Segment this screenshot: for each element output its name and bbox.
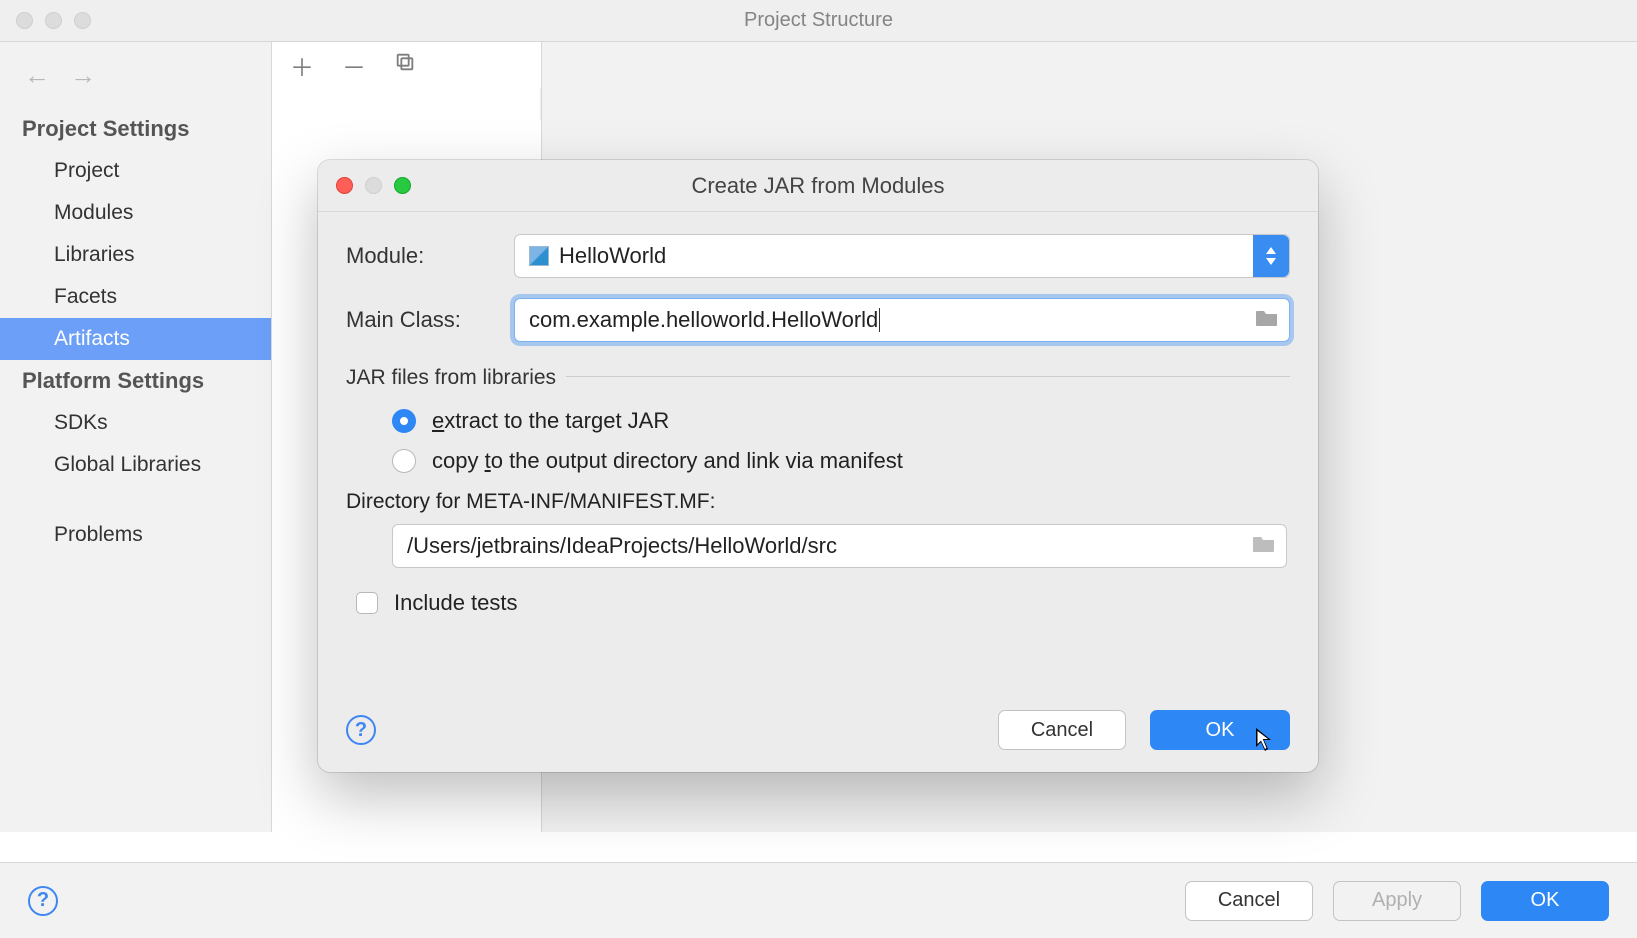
radio-copy-button[interactable] — [392, 449, 416, 473]
dialog-cancel-button[interactable]: Cancel — [998, 710, 1126, 750]
module-value: HelloWorld — [559, 243, 666, 269]
sidebar-section-project-settings: Project Settings — [0, 108, 271, 150]
create-jar-dialog: Create JAR from Modules Module: HelloWor… — [318, 160, 1318, 772]
include-tests-checkbox[interactable] — [356, 592, 378, 614]
radio-copy-label: copy to the output directory and link vi… — [432, 448, 903, 474]
sidebar-item-sdks[interactable]: SDKs — [0, 402, 271, 444]
browse-main-class-icon[interactable] — [1255, 307, 1279, 333]
radio-extract-label: extract to the target JAR — [432, 408, 669, 434]
manifest-dir-label: Directory for META-INF/MANIFEST.MF: — [346, 490, 1290, 514]
nav-arrows: ← → — [0, 52, 271, 108]
module-icon — [529, 246, 549, 266]
artifacts-empty-preview — [272, 88, 541, 120]
add-icon[interactable]: ＋ — [290, 48, 314, 83]
combo-caret-icon[interactable] — [1253, 235, 1289, 277]
include-tests-row[interactable]: Include tests — [356, 590, 1290, 616]
sidebar-item-problems[interactable]: Problems — [0, 514, 271, 556]
mouse-cursor-icon — [1255, 727, 1275, 760]
parent-window-titlebar: Project Structure — [0, 0, 1637, 42]
parent-cancel-button[interactable]: Cancel — [1185, 881, 1313, 921]
sidebar-item-modules[interactable]: Modules — [0, 192, 271, 234]
jar-libraries-group-label: JAR files from libraries — [346, 366, 556, 390]
parent-ok-button[interactable]: OK — [1481, 881, 1609, 921]
sidebar-item-project[interactable]: Project — [0, 150, 271, 192]
radio-extract-button[interactable] — [392, 409, 416, 433]
artifacts-toolbar: ＋ － — [272, 42, 541, 88]
radio-copy[interactable]: copy to the output directory and link vi… — [392, 448, 1290, 474]
browse-manifest-dir-icon[interactable] — [1252, 533, 1276, 559]
sidebar-item-facets[interactable]: Facets — [0, 276, 271, 318]
include-tests-label: Include tests — [394, 590, 518, 616]
traffic-zoom-icon[interactable] — [74, 12, 91, 29]
parent-footer: ? Cancel Apply OK — [0, 862, 1637, 938]
group-separator — [566, 376, 1290, 377]
main-class-label: Main Class: — [346, 307, 514, 333]
nav-back-icon[interactable]: ← — [24, 62, 50, 88]
manifest-dir-input[interactable]: /Users/jetbrains/IdeaProjects/HelloWorld… — [392, 524, 1287, 568]
remove-icon[interactable]: － — [342, 48, 366, 83]
traffic-min-icon[interactable] — [45, 12, 62, 29]
copy-icon[interactable] — [394, 51, 416, 80]
traffic-close-icon[interactable] — [16, 12, 33, 29]
sidebar-item-global-libraries[interactable]: Global Libraries — [0, 444, 271, 486]
dialog-ok-button[interactable]: OK — [1150, 710, 1290, 750]
nav-forward-icon[interactable]: → — [70, 62, 96, 88]
dialog-help-icon[interactable]: ? — [346, 715, 376, 745]
dialog-titlebar: Create JAR from Modules — [318, 160, 1318, 212]
window-traffic-lights — [16, 12, 91, 29]
sidebar: ← → Project Settings Project Modules Lib… — [0, 42, 272, 832]
manifest-dir-value: /Users/jetbrains/IdeaProjects/HelloWorld… — [407, 533, 837, 559]
text-cursor — [879, 308, 880, 332]
main-class-input[interactable]: com.example.helloworld.HelloWorld — [514, 298, 1290, 342]
sidebar-item-artifacts[interactable]: Artifacts — [0, 318, 271, 360]
window-title: Project Structure — [0, 9, 1637, 32]
main-class-value: com.example.helloworld.HelloWorld — [529, 307, 878, 333]
parent-apply-button: Apply — [1333, 881, 1461, 921]
module-combo[interactable]: HelloWorld — [514, 234, 1290, 278]
radio-extract[interactable]: extract to the target JAR — [392, 408, 1290, 434]
sidebar-section-platform-settings: Platform Settings — [0, 360, 271, 402]
sidebar-item-libraries[interactable]: Libraries — [0, 234, 271, 276]
dialog-title: Create JAR from Modules — [318, 173, 1318, 199]
help-icon[interactable]: ? — [28, 886, 58, 916]
module-label: Module: — [346, 243, 514, 269]
